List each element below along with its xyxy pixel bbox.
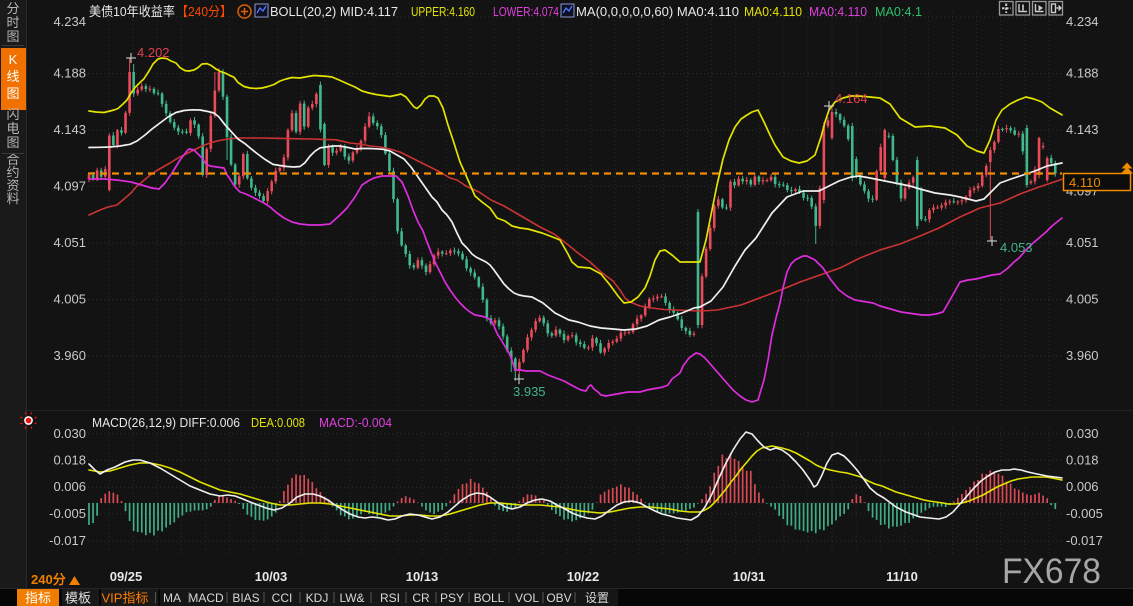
svg-text:KDJ: KDJ (306, 591, 329, 605)
svg-text:FX678: FX678 (1002, 552, 1101, 591)
svg-text:图: 图 (6, 29, 19, 44)
svg-text:4.005: 4.005 (53, 292, 86, 307)
svg-text:10/13: 10/13 (406, 569, 439, 584)
svg-text:4.005: 4.005 (1066, 292, 1099, 307)
svg-text:MA0:4.1: MA0:4.1 (875, 4, 922, 19)
svg-text:MACD:-0.004: MACD:-0.004 (319, 415, 392, 430)
svg-text:-0.005: -0.005 (1066, 506, 1103, 521)
svg-text:时: 时 (6, 15, 19, 30)
svg-text:RSI: RSI (380, 591, 400, 605)
svg-text:4.188: 4.188 (53, 66, 86, 81)
svg-text:10/03: 10/03 (255, 569, 288, 584)
svg-text:BIAS: BIAS (232, 591, 259, 605)
svg-text:DEA:0.008: DEA:0.008 (251, 415, 305, 430)
svg-text:设置: 设置 (585, 591, 609, 605)
svg-text:4.143: 4.143 (53, 122, 86, 137)
svg-text:PSY: PSY (440, 591, 464, 605)
svg-text:LOWER:4.074: LOWER:4.074 (493, 4, 559, 19)
svg-text:0.018: 0.018 (1066, 452, 1099, 467)
svg-text:VIP指标: VIP指标 (102, 591, 149, 606)
svg-text:分: 分 (6, 1, 19, 16)
svg-text:闪: 闪 (6, 107, 19, 122)
svg-text:11/10: 11/10 (886, 569, 918, 584)
svg-text:0.018: 0.018 (53, 452, 86, 467)
svg-text:4.202: 4.202 (137, 45, 170, 60)
svg-text:3.935: 3.935 (513, 384, 546, 399)
svg-text:CCI: CCI (272, 591, 293, 605)
svg-text:MA0:4.110: MA0:4.110 (744, 4, 802, 19)
svg-text:MACD: MACD (188, 591, 224, 605)
svg-text:4.188: 4.188 (1066, 66, 1099, 81)
svg-text:OBV: OBV (546, 591, 571, 605)
svg-text:4.110: 4.110 (1069, 175, 1101, 190)
svg-text:料: 料 (6, 191, 19, 206)
svg-text:0.006: 0.006 (53, 479, 86, 494)
svg-text:0.030: 0.030 (1066, 426, 1099, 441)
svg-text:4.234: 4.234 (1066, 14, 1099, 29)
svg-text:线: 线 (6, 69, 19, 84)
svg-text:240分: 240分 (31, 572, 66, 587)
svg-text:10/22: 10/22 (567, 569, 600, 584)
svg-text:MA(0,0,0,0,0,60) MA0:4.110: MA(0,0,0,0,0,60) MA0:4.110 (576, 4, 739, 19)
svg-text:10/31: 10/31 (733, 569, 766, 584)
svg-text:3.960: 3.960 (1066, 348, 1099, 363)
svg-text:CR: CR (412, 591, 430, 605)
svg-text:K: K (9, 52, 18, 67)
svg-text:0.006: 0.006 (1066, 479, 1099, 494)
svg-text:-0.017: -0.017 (49, 533, 86, 548)
svg-text:UPPER:4.160: UPPER:4.160 (411, 4, 475, 19)
svg-text:LW&: LW& (339, 591, 364, 605)
svg-text:MA: MA (163, 591, 181, 605)
svg-text:电: 电 (6, 121, 19, 136)
svg-text:【240分】: 【240分】 (176, 4, 232, 19)
svg-text:-0.017: -0.017 (1066, 533, 1103, 548)
svg-text:模板: 模板 (65, 591, 91, 606)
svg-text:3.960: 3.960 (53, 348, 86, 363)
svg-text:4.051: 4.051 (53, 235, 86, 250)
svg-text:MACD(26,12,9) DIFF:0.006: MACD(26,12,9) DIFF:0.006 (92, 415, 240, 430)
svg-text:MA0:4.110: MA0:4.110 (809, 4, 867, 19)
svg-text:0.030: 0.030 (53, 426, 86, 441)
svg-text:BOLL: BOLL (474, 591, 505, 605)
svg-text:4.051: 4.051 (1066, 235, 1099, 250)
svg-text:图: 图 (6, 135, 19, 150)
svg-text:美债10年收益率: 美债10年收益率 (89, 4, 175, 19)
svg-text:09/25: 09/25 (110, 569, 143, 584)
svg-text:BOLL(20,2) MID:4.117: BOLL(20,2) MID:4.117 (270, 4, 398, 19)
svg-text:4.143: 4.143 (1066, 122, 1099, 137)
svg-text:VOL: VOL (515, 591, 539, 605)
svg-text:4.053: 4.053 (1000, 240, 1033, 255)
svg-text:指标: 指标 (25, 591, 51, 606)
svg-text:4.234: 4.234 (53, 14, 86, 29)
svg-text:4.097: 4.097 (53, 179, 86, 194)
svg-text:图: 图 (6, 86, 19, 101)
svg-text:-0.005: -0.005 (49, 506, 86, 521)
svg-text:4.164: 4.164 (835, 91, 868, 106)
